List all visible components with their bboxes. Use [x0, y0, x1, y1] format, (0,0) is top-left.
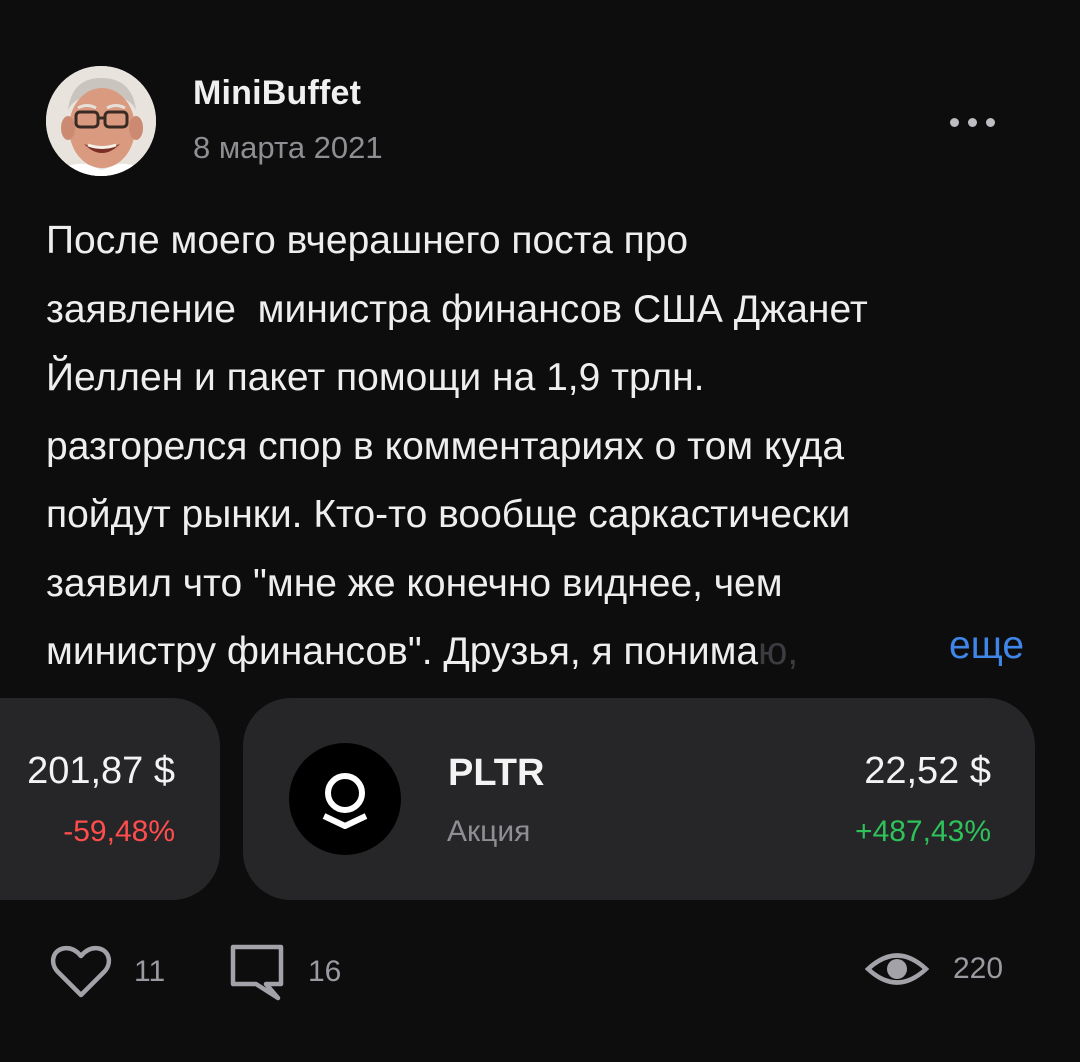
- author-avatar[interactable]: [46, 66, 156, 176]
- avatar-portrait-icon: [46, 66, 156, 176]
- more-dot-icon: [986, 117, 995, 127]
- post-text-line: разгорелся спор в комментариях о том куд…: [46, 424, 845, 468]
- comment-count: 16: [308, 955, 342, 988]
- like-button[interactable]: 11: [50, 945, 165, 999]
- ticker-change: -59,48%: [63, 815, 175, 848]
- ticker-card-pltr[interactable]: PLTR Акция 22,52 $ +487,43%: [243, 698, 1035, 900]
- ticker-symbol: PLTR: [448, 752, 545, 794]
- post-text-line: После моего вчерашнего поста про: [46, 219, 689, 262]
- ticker-price: 22,52 $: [864, 750, 991, 792]
- ticker-change: +487,43%: [855, 815, 991, 848]
- post-screen: MiniBuffet 8 марта 2021 После моего вчер…: [0, 0, 1080, 1062]
- read-more-link[interactable]: еще: [949, 618, 1024, 674]
- comment-button[interactable]: 16: [228, 942, 341, 1002]
- post-text: После моего вчерашнего поста про заявлен…: [46, 207, 1046, 687]
- views-count: 220: [953, 952, 1004, 985]
- like-count: 11: [134, 955, 166, 988]
- eye-icon: [865, 953, 929, 985]
- more-dot-icon: [950, 117, 959, 127]
- ticker-card-previous[interactable]: 201,87 $ -59,48%: [0, 698, 220, 900]
- ticker-price: 201,87 $: [27, 750, 175, 792]
- post-text-truncated: министру финансов". Друзья, я понима: [46, 630, 759, 673]
- more-options-button[interactable]: [950, 112, 1010, 132]
- post-date: 8 марта 2021: [193, 130, 383, 165]
- post-text-line: заявление министра финансов США Джанет: [46, 287, 868, 331]
- comment-icon: [230, 944, 284, 1001]
- post-text-line: Йеллен и пакет помощи на 1,9 трлн.: [46, 356, 705, 399]
- ticker-type: Акция: [447, 815, 531, 848]
- heart-icon: [50, 945, 112, 998]
- author-name[interactable]: MiniBuffet: [193, 74, 361, 113]
- post-text-line-last: министру финансов". Друзья, я понимаю,: [46, 618, 1046, 687]
- post-text-line: пойдут рынки. Кто-то вообще саркастическ…: [46, 493, 851, 536]
- more-dot-icon: [968, 117, 977, 127]
- post-text-line: заявил что "мне же конечно виднее, чем: [46, 561, 783, 605]
- views-indicator: 220: [865, 948, 1003, 990]
- post-text-fade: ю,: [758, 630, 799, 673]
- palantir-logo-icon: [289, 743, 401, 855]
